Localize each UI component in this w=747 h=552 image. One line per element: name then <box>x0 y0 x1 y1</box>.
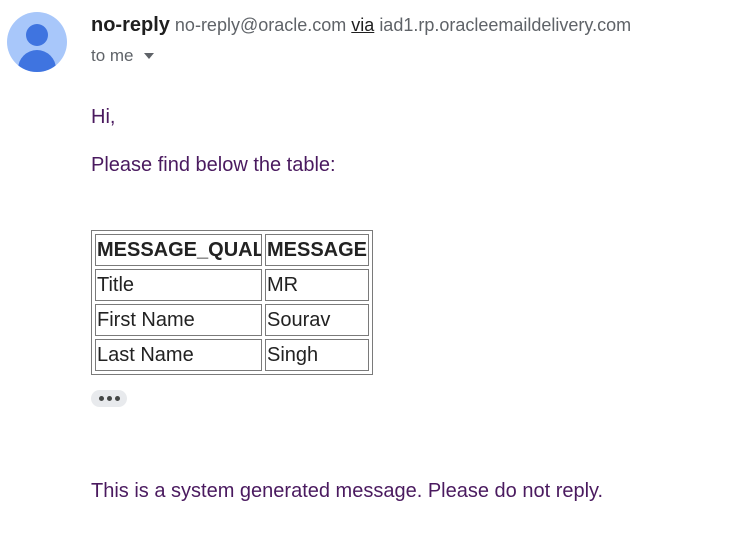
table-header-row: MESSAGE_QUALIFIER MESSAGE <box>95 234 370 266</box>
sender-email: no-reply@oracle.com <box>174 15 347 35</box>
table-row: Title MR <box>95 269 370 301</box>
table-cell: Last Name <box>95 339 262 371</box>
table-cell: Singh <box>265 339 370 371</box>
table-cell: Sourav <box>265 304 370 336</box>
ellipsis-icon <box>98 396 104 401</box>
avatar-head-shape <box>26 24 48 46</box>
sender-line: no-reply no-reply@oracle.com via iad1.rp… <box>91 14 631 37</box>
table-row: Last Name Singh <box>95 339 370 371</box>
recipient-line: to me <box>91 46 154 66</box>
table-cell: MR <box>265 269 370 301</box>
intro-text: Please find below the table: <box>91 154 336 176</box>
ellipsis-icon <box>106 396 112 401</box>
recipient-label: to me <box>91 46 134 65</box>
caret-down-icon[interactable] <box>143 53 154 59</box>
table-header-cell: MESSAGE <box>265 234 370 266</box>
message-table: MESSAGE_QUALIFIER MESSAGE Title MR First… <box>91 230 374 375</box>
sender-avatar[interactable] <box>7 12 67 72</box>
show-trimmed-content-button[interactable] <box>91 390 127 407</box>
via-domain: iad1.rp.oracleemaildelivery.com <box>379 15 632 35</box>
table-row: First Name Sourav <box>95 304 370 336</box>
footer-text: This is a system generated message. Plea… <box>91 480 604 502</box>
table-header-cell: MESSAGE_QUALIFIER <box>95 234 262 266</box>
ellipsis-icon <box>114 396 120 401</box>
table-cell: First Name <box>95 304 262 336</box>
avatar-body-shape <box>18 50 56 72</box>
greeting-text: Hi, <box>91 106 116 128</box>
table-cell: Title <box>95 269 262 301</box>
sender-name[interactable]: no-reply <box>91 14 170 36</box>
via-link[interactable]: via <box>351 15 374 35</box>
